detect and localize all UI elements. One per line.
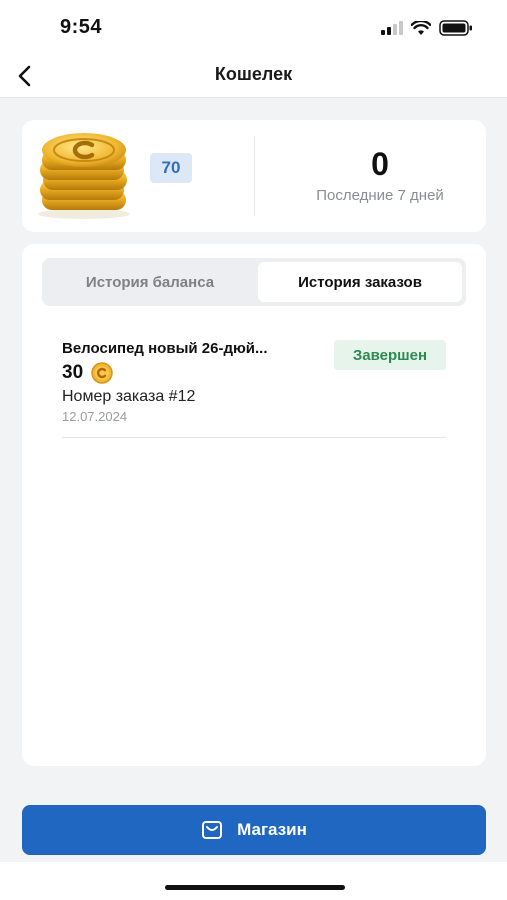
cellular-signal-icon — [381, 21, 403, 35]
shopping-bag-icon — [202, 821, 223, 839]
order-date: 12.07.2024 — [62, 409, 128, 424]
coin-icon — [91, 362, 113, 384]
order-title: Велосипед новый 26-дюй... — [62, 340, 268, 357]
coin-stack-icon — [38, 133, 130, 219]
order-price: 30 — [62, 362, 84, 383]
nav-bar: Кошелек — [0, 56, 507, 98]
tab-order-history[interactable]: История заказов — [258, 262, 462, 302]
battery-icon — [439, 20, 472, 36]
tab-balance-history[interactable]: История баланса — [46, 262, 254, 302]
balance-amount: 70 — [150, 153, 192, 183]
history-tabs: История баланса История заказов — [42, 258, 466, 306]
divider — [254, 136, 255, 216]
page-title: Кошелек — [214, 64, 293, 84]
status-icons — [381, 19, 473, 37]
shop-button-label: Магазин — [237, 820, 307, 839]
balance-card: 70 0 Последние 7 дней — [22, 120, 486, 232]
home-strip — [0, 862, 507, 900]
order-list-item[interactable]: Велосипед новый 26-дюй... Завершен 30 Но… — [62, 336, 446, 438]
recent-earnings-value: 0 — [371, 146, 389, 182]
wifi-icon — [411, 20, 431, 35]
status-bar: 9:54 — [0, 0, 507, 56]
status-badge: Завершен — [334, 340, 446, 370]
shop-button[interactable]: Магазин — [22, 805, 486, 855]
status-time: 9:54 — [60, 16, 103, 38]
recent-earnings-label: Последние 7 дней — [316, 187, 444, 204]
order-price-row: 30 — [62, 360, 113, 386]
history-card: История баланса История заказов Велосипе… — [22, 244, 486, 766]
order-number: Номер заказа #12 — [62, 388, 196, 405]
home-indicator[interactable] — [165, 885, 345, 890]
